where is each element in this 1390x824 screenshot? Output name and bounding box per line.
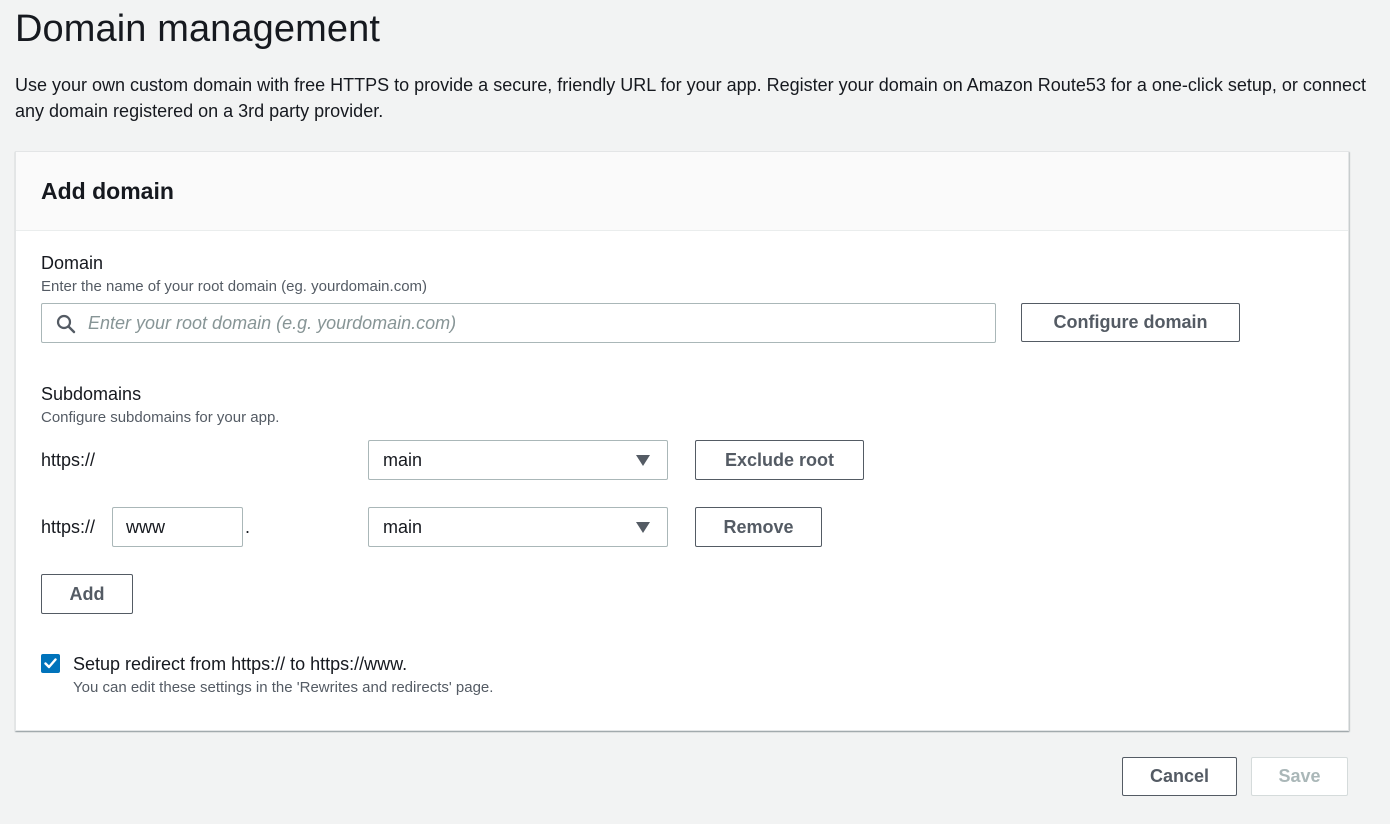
subdomain-row-prefix: https:// — [41, 517, 96, 537]
page-description: Use your own custom domain with free HTT… — [15, 75, 1366, 121]
add-domain-panel: Add domain Domain Enter the name of your… — [15, 151, 1349, 731]
subdomains-label: Subdomains — [41, 384, 142, 404]
redirect-hint: You can edit these settings in the 'Rewr… — [73, 679, 494, 696]
cancel-button[interactable]: Cancel — [1122, 757, 1237, 796]
remove-subdomain-button[interactable]: Remove — [695, 507, 822, 547]
domain-input[interactable] — [88, 304, 988, 342]
subdomain-row-prefix: https:// — [41, 450, 96, 470]
domain-label: Domain — [41, 253, 104, 273]
exclude-root-button[interactable]: Exclude root — [695, 440, 864, 480]
domain-search-box[interactable] — [41, 303, 996, 343]
add-subdomain-button[interactable]: Add — [41, 574, 133, 614]
caret-down-icon — [636, 455, 650, 466]
branch-select[interactable]: main — [368, 507, 668, 547]
branch-select-value: main — [383, 449, 423, 470]
page-title: Domain management — [15, 8, 381, 50]
panel-title: Add domain — [41, 177, 174, 204]
configure-domain-button[interactable]: Configure domain — [1021, 303, 1240, 342]
domain-hint: Enter the name of your root domain (eg. … — [41, 278, 428, 295]
save-button[interactable]: Save — [1251, 757, 1348, 796]
redirect-label[interactable]: Setup redirect from https:// to https://… — [73, 654, 407, 675]
subdomains-hint: Configure subdomains for your app. — [41, 409, 280, 426]
branch-select-value: main — [383, 516, 423, 537]
subdomain-input[interactable]: www — [112, 507, 243, 547]
panel-header: Add domain — [16, 152, 1348, 231]
caret-down-icon — [636, 522, 650, 533]
subdomain-separator: . — [245, 517, 251, 537]
redirect-checkbox[interactable] — [41, 654, 60, 673]
domain-management-page: Domain management Use your own custom do… — [0, 0, 1390, 824]
branch-select[interactable]: main — [368, 440, 668, 480]
search-icon — [56, 314, 76, 334]
checkmark-icon — [44, 658, 57, 669]
subdomain-input-value: www — [126, 516, 165, 537]
